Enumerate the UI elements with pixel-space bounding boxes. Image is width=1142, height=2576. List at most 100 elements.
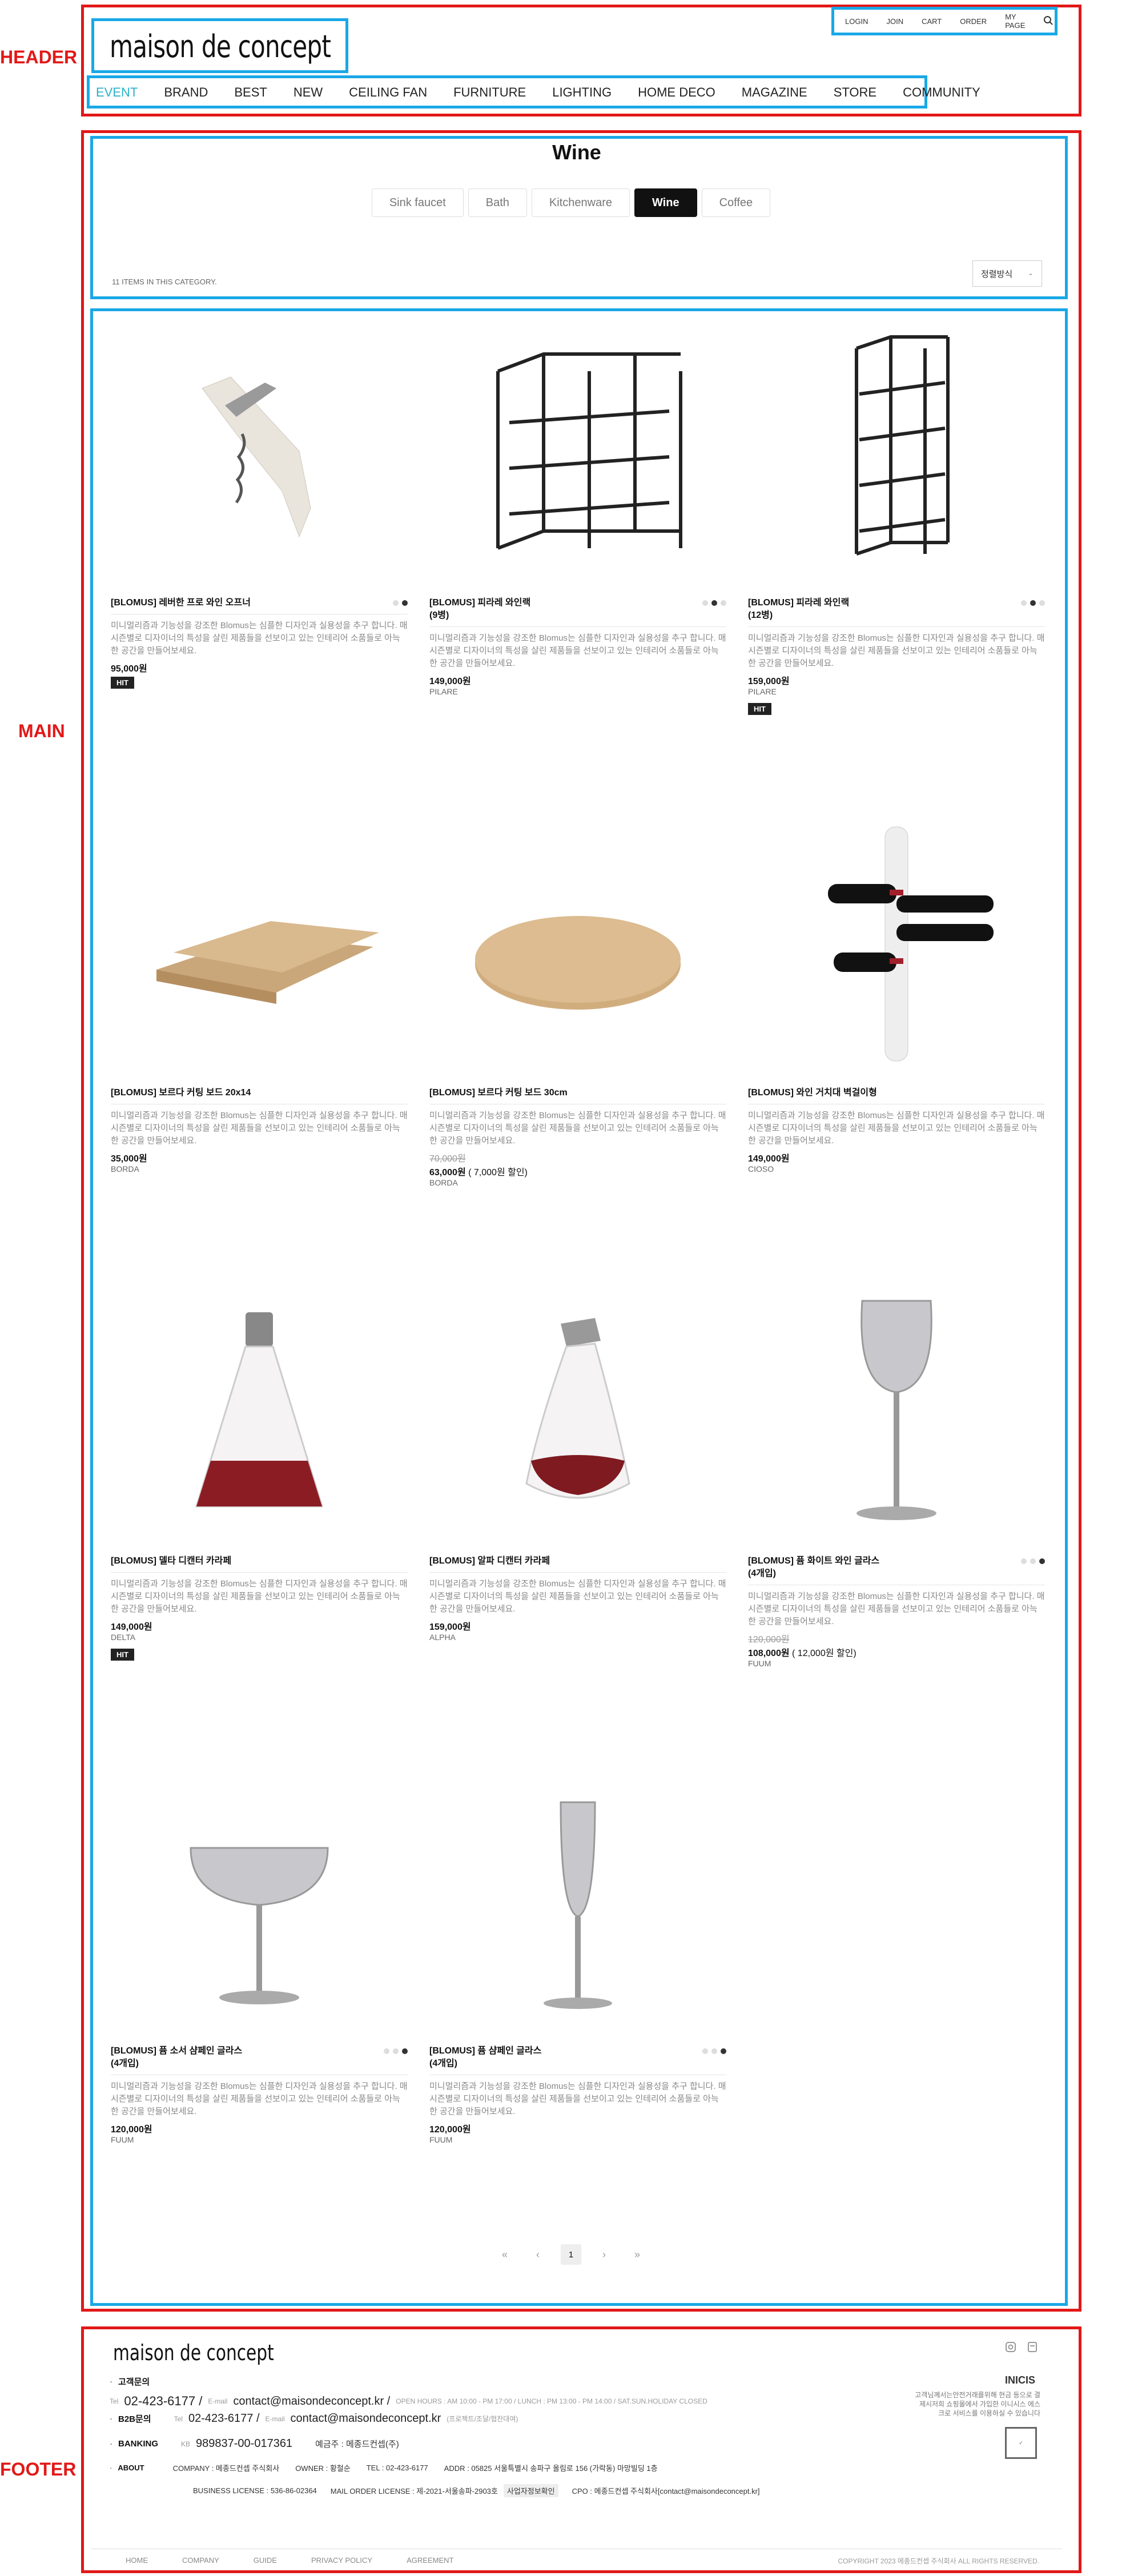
color-swatch[interactable] bbox=[1030, 600, 1036, 606]
color-swatch[interactable] bbox=[1021, 1558, 1027, 1564]
product-image[interactable] bbox=[111, 1768, 408, 2042]
footer-cs-row: · 고객문의 bbox=[110, 2376, 150, 2388]
nav-item-store[interactable]: STORE bbox=[834, 85, 876, 100]
product-image[interactable] bbox=[429, 1768, 726, 2042]
cs-tel[interactable]: 02-423-6177 / bbox=[124, 2394, 202, 2409]
product-image[interactable] bbox=[748, 810, 1045, 1084]
color-swatch[interactable] bbox=[393, 2048, 399, 2054]
product-image[interactable] bbox=[429, 810, 726, 1084]
product-description: 미니멀리즘과 기능성을 강조한 Blomus는 심플한 디자인과 실용성을 추구… bbox=[111, 621, 408, 656]
nav-item-magazine[interactable]: MAGAZINE bbox=[742, 85, 807, 100]
b2b-email[interactable]: contact@maisondeconcept.kr bbox=[291, 2412, 441, 2425]
color-swatch[interactable] bbox=[721, 2048, 726, 2054]
business-check-button[interactable]: 사업자정보확인 bbox=[503, 2484, 558, 2497]
color-swatch[interactable] bbox=[1021, 600, 1027, 606]
color-swatch[interactable] bbox=[711, 600, 717, 606]
product-name[interactable]: [BLOMUS] 와인 거치대 벽걸이형 bbox=[748, 1087, 988, 1099]
nav-item-new[interactable]: NEW bbox=[293, 85, 323, 100]
product-discount: ( 12,000원 할인) bbox=[792, 1649, 856, 1658]
tab-sink-faucet[interactable]: Sink faucet bbox=[371, 188, 464, 217]
color-swatch[interactable] bbox=[721, 600, 726, 606]
footer-link-company[interactable]: COMPANY bbox=[182, 2556, 219, 2565]
product-price: 120,000원 bbox=[111, 2125, 152, 2135]
color-swatch[interactable] bbox=[702, 600, 708, 606]
join-link[interactable]: JOIN bbox=[886, 17, 903, 26]
footer-logo[interactable]: maison de concept bbox=[113, 2340, 274, 2365]
color-swatch[interactable] bbox=[711, 2048, 717, 2054]
product-name[interactable]: [BLOMUS] 보르다 커팅 보드 30cm bbox=[429, 1087, 669, 1099]
footer-link-guide[interactable]: GUIDE bbox=[254, 2556, 277, 2565]
cs-email[interactable]: contact@maisondeconcept.kr / bbox=[233, 2395, 390, 2408]
escrow-badge-icon[interactable]: ✓ bbox=[1005, 2427, 1037, 2459]
product-description: 미니멀리즘과 기능성을 강조한 Blomus는 심플한 디자인과 실용성을 추구… bbox=[429, 1111, 726, 1146]
product-image[interactable] bbox=[429, 1278, 726, 1552]
nav-item-home-deco[interactable]: HOME DECO bbox=[638, 85, 715, 100]
search-icon[interactable] bbox=[1043, 15, 1053, 27]
pager-last-button[interactable]: » bbox=[627, 2244, 648, 2265]
nav-item-furniture[interactable]: FURNITURE bbox=[453, 85, 526, 100]
product-name[interactable]: [BLOMUS] 피라레 와인랙 (12병) bbox=[748, 597, 988, 622]
product-name[interactable]: [BLOMUS] 퓸 샴페인 글라스 (4개입) bbox=[429, 2045, 669, 2070]
product-name[interactable]: [BLOMUS] 델타 디캔터 카라페 bbox=[111, 1555, 351, 1568]
product-name[interactable]: [BLOMUS] 레버한 프로 와인 오프너 bbox=[111, 597, 351, 609]
b2b-tel[interactable]: 02-423-6177 / bbox=[188, 2412, 260, 2425]
footer-link-privacy[interactable]: PRIVACY POLICY bbox=[311, 2556, 372, 2565]
product-image[interactable] bbox=[748, 1278, 1045, 1552]
product-image[interactable] bbox=[748, 320, 1045, 594]
product-name[interactable]: [BLOMUS] 퓸 소서 샴페인 글라스 (4개입) bbox=[111, 2045, 351, 2070]
instagram-icon[interactable] bbox=[1005, 2341, 1016, 2356]
mypage-link[interactable]: MY PAGE bbox=[1005, 13, 1025, 30]
bank-label: BANKING bbox=[118, 2439, 158, 2449]
product-name[interactable]: [BLOMUS] 피라레 와인랙 (9병) bbox=[429, 597, 669, 622]
nav-item-event[interactable]: EVENT bbox=[96, 85, 138, 100]
color-swatch[interactable] bbox=[384, 2048, 389, 2054]
blog-icon[interactable] bbox=[1027, 2341, 1038, 2356]
footer-link-home[interactable]: HOME bbox=[126, 2556, 148, 2565]
login-link[interactable]: LOGIN bbox=[845, 17, 868, 26]
product-image[interactable] bbox=[111, 1278, 408, 1552]
product-image[interactable] bbox=[111, 320, 408, 594]
tel-label: Tel bbox=[110, 2397, 119, 2405]
product-name[interactable]: [BLOMUS] 보르다 커팅 보드 20x14 bbox=[111, 1087, 351, 1099]
product-price: 149,000원 bbox=[748, 1154, 790, 1164]
color-swatch[interactable] bbox=[393, 600, 399, 606]
product-brand: BORDA bbox=[111, 1164, 139, 1174]
color-swatches bbox=[702, 600, 726, 606]
nav-item-ceiling-fan[interactable]: CEILING FAN bbox=[349, 85, 427, 100]
tab-kitchenware[interactable]: Kitchenware bbox=[531, 188, 630, 217]
nav-item-best[interactable]: BEST bbox=[234, 85, 267, 100]
nav-item-brand[interactable]: BRAND bbox=[164, 85, 208, 100]
product-name[interactable]: [BLOMUS] 퓸 화이트 와인 글라스 (4개입) bbox=[748, 1555, 988, 1580]
color-swatch[interactable] bbox=[1030, 1558, 1036, 1564]
color-swatch[interactable] bbox=[702, 2048, 708, 2054]
color-swatch[interactable] bbox=[402, 2048, 408, 2054]
product-price: 159,000원 bbox=[429, 1622, 471, 1632]
tab-bath[interactable]: Bath bbox=[468, 188, 527, 217]
color-swatch[interactable] bbox=[1039, 600, 1045, 606]
product-brand: ALPHA bbox=[429, 1633, 456, 1642]
product-name[interactable]: [BLOMUS] 알파 디캔터 카라페 bbox=[429, 1555, 669, 1568]
product-brand: BORDA bbox=[429, 1178, 458, 1187]
product-price: 159,000원 bbox=[748, 677, 790, 686]
cart-link[interactable]: CART bbox=[922, 17, 942, 26]
product-description: 미니멀리즘과 기능성을 강조한 Blomus는 심플한 디자인과 실용성을 추구… bbox=[429, 633, 726, 668]
pager-prev-button[interactable]: ‹ bbox=[528, 2244, 548, 2265]
tab-coffee[interactable]: Coffee bbox=[701, 188, 771, 217]
nav-item-lighting[interactable]: LIGHTING bbox=[552, 85, 612, 100]
product-image[interactable] bbox=[429, 320, 726, 594]
pager-next-button[interactable]: › bbox=[594, 2244, 614, 2265]
footer-link-agreement[interactable]: AGREEMENT bbox=[407, 2556, 453, 2565]
color-swatch[interactable] bbox=[1039, 1558, 1045, 1564]
site-logo[interactable]: maison de concept bbox=[110, 29, 331, 65]
product-brand: FUUM bbox=[111, 2135, 134, 2144]
footer-social bbox=[1005, 2341, 1038, 2356]
order-link[interactable]: ORDER bbox=[960, 17, 987, 26]
color-swatch[interactable] bbox=[402, 600, 408, 606]
nav-item-community[interactable]: COMMUNITY bbox=[903, 85, 980, 100]
chevron-down-icon: ⌄ bbox=[1027, 269, 1034, 277]
tab-wine[interactable]: Wine bbox=[634, 188, 697, 217]
product-image[interactable] bbox=[111, 810, 408, 1084]
sort-select[interactable]: 정렬방식 ⌄ bbox=[972, 260, 1042, 287]
pager-first-button[interactable]: « bbox=[494, 2244, 515, 2265]
pager-current-page[interactable]: 1 bbox=[561, 2244, 581, 2265]
